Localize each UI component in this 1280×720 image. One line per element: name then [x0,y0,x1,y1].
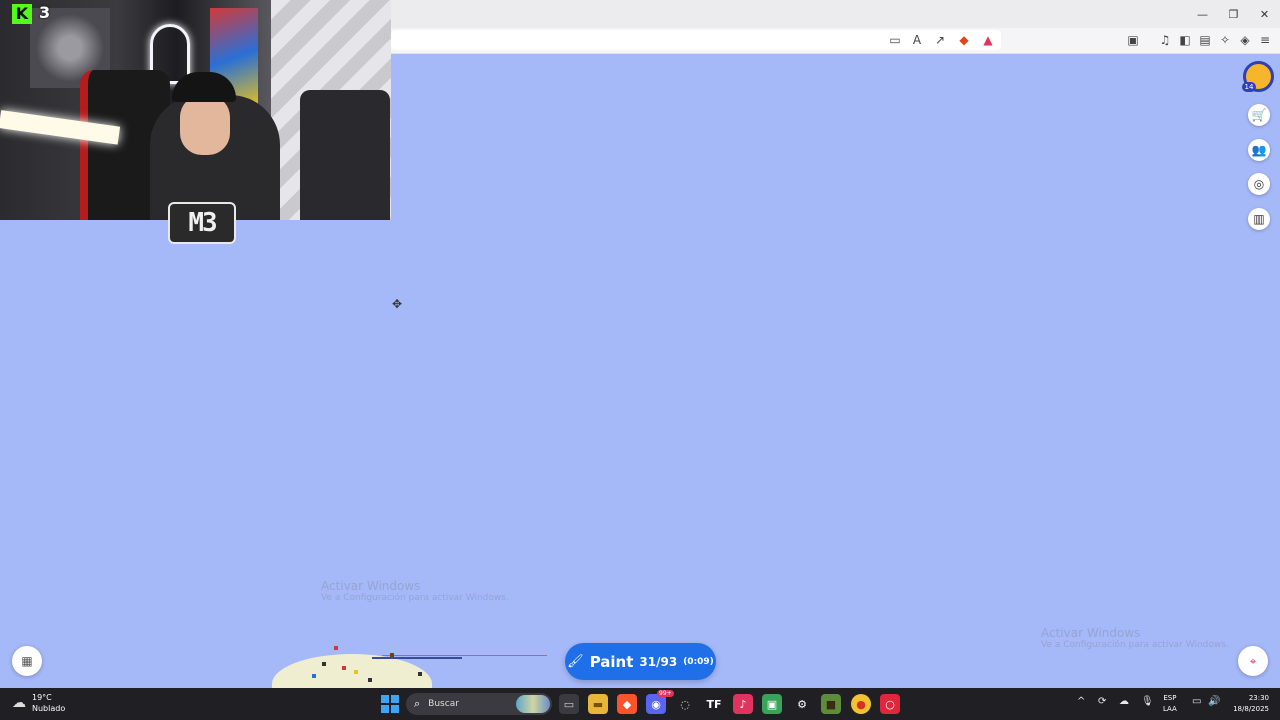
search-placeholder: Buscar [428,699,459,709]
canvas-pixel [322,662,326,666]
maximize-icon[interactable]: ❐ [1218,0,1249,28]
canvas-pixel [368,678,372,682]
store-icon[interactable]: 🛒 [1248,104,1270,126]
webcam-face [180,95,230,155]
canvas-artwork[interactable] [272,640,552,688]
canvas-island [272,654,432,688]
tray-overflow-icon[interactable]: ^ [1077,696,1085,707]
friends-icon[interactable]: 👥 [1248,139,1270,161]
share-icon[interactable]: ↗ [931,31,949,49]
leaderboard-icon[interactable]: ▥ [1248,208,1270,230]
webcam-overlay: K 3 [0,0,391,220]
layers-icon[interactable]: ▦ [12,646,42,676]
discord-badge: 99+ [657,690,674,697]
brave-browser-icon[interactable]: ◆ [617,694,637,714]
network-icon[interactable]: ▭ [1192,696,1201,707]
locate-icon[interactable]: ⌖ [1238,646,1268,676]
sync-icon[interactable]: ⟳ [1098,696,1106,707]
canvas-line [372,657,462,659]
window-controls: — ❐ ✕ [1187,0,1280,28]
webcam-chair-back [300,90,390,220]
task-view-icon[interactable]: ▭ [559,694,579,714]
tiktok-icon[interactable]: ♪ [733,694,753,714]
paint-charges: 31/93 [639,654,678,669]
minecraft-icon[interactable]: ■ [821,694,841,714]
search-highlight-image [516,695,550,713]
minimize-icon[interactable]: — [1187,0,1218,28]
leo-ai-icon[interactable]: ✧ [1216,31,1234,49]
paint-label: Paint [589,652,634,671]
music-icon[interactable]: ♫ [1156,31,1174,49]
weather-description: Nublado [32,704,66,713]
taskbar: ☁ 19°C Nublado ⌕ Buscar ▭ ▬ ◆ ◉ 99+ ◌ TF… [0,688,1280,720]
onedrive-icon[interactable]: ☁ [1119,696,1129,707]
steam-icon[interactable]: ⚙ [792,694,812,714]
canvas-line [382,655,547,656]
paint-button[interactable]: 🖌 Paint 31/93 (0:09) [565,643,716,680]
canvas-pixel [312,674,316,678]
microphone-icon[interactable]: 🎙 [1141,696,1154,707]
cloud-icon: ☁ [12,695,26,711]
weather-temperature: 19°C [32,693,52,702]
red-app-icon[interactable]: ○ [880,694,900,714]
tab-manager-icon[interactable]: ▣ [1124,31,1142,49]
cast-icon[interactable]: ▭ [886,31,904,49]
viewer-count: 3 [39,3,51,22]
stream-logo: M3 [168,202,236,244]
system-clock[interactable]: 23:30 18/8/2025 [1225,693,1269,715]
kick-logo-icon: K [12,4,32,24]
canvas-pixel [334,646,338,650]
menu-icon[interactable]: ≡ [1256,31,1274,49]
vpn-icon[interactable]: ◈ [1236,31,1254,49]
green-app-icon[interactable]: ▣ [762,694,782,714]
translate-icon[interactable]: A [908,31,926,49]
tf-app-icon[interactable]: TF [704,694,724,714]
explore-icon[interactable]: ◎ [1248,173,1270,195]
windows-start-icon[interactable] [381,695,399,713]
brush-icon: 🖌 [567,654,584,669]
brave-shield-icon[interactable]: ◆ [955,31,973,49]
language-indicator[interactable]: ESP LAA [1163,693,1177,715]
volume-icon[interactable]: 🔊 [1208,696,1220,707]
activation-watermark: Activar Windows Ve a Configuración para … [321,579,509,603]
canvas-pixel [390,653,394,657]
canvas-pixel [418,672,422,676]
weather-widget[interactable]: ☁ 19°C Nublado [12,692,65,714]
clock-date: 18/8/2025 [1233,705,1269,713]
search-icon: ⌕ [414,697,421,710]
clock-time: 23:30 [1248,694,1269,702]
wallet-icon[interactable]: ▤ [1196,31,1214,49]
brave-rewards-icon[interactable]: ▲ [979,31,997,49]
obs-icon[interactable]: ◌ [675,694,695,714]
taskbar-search[interactable]: ⌕ Buscar [406,693,552,715]
close-icon[interactable]: ✕ [1249,0,1280,28]
avatar-level-badge: 14 [1242,82,1256,92]
canvas-pixel [342,666,346,670]
file-explorer-icon[interactable]: ▬ [588,694,608,714]
sidebar-icon[interactable]: ◧ [1176,31,1194,49]
move-cursor-icon: ✥ [392,297,403,311]
canvas-pixel [354,670,358,674]
chrome-icon[interactable]: ● [851,694,871,714]
activation-watermark-secondary: Activar Windows Ve a Configuración para … [1041,626,1229,650]
discord-icon[interactable]: ◉ [646,694,666,714]
paint-timer: (0:09) [683,656,714,667]
